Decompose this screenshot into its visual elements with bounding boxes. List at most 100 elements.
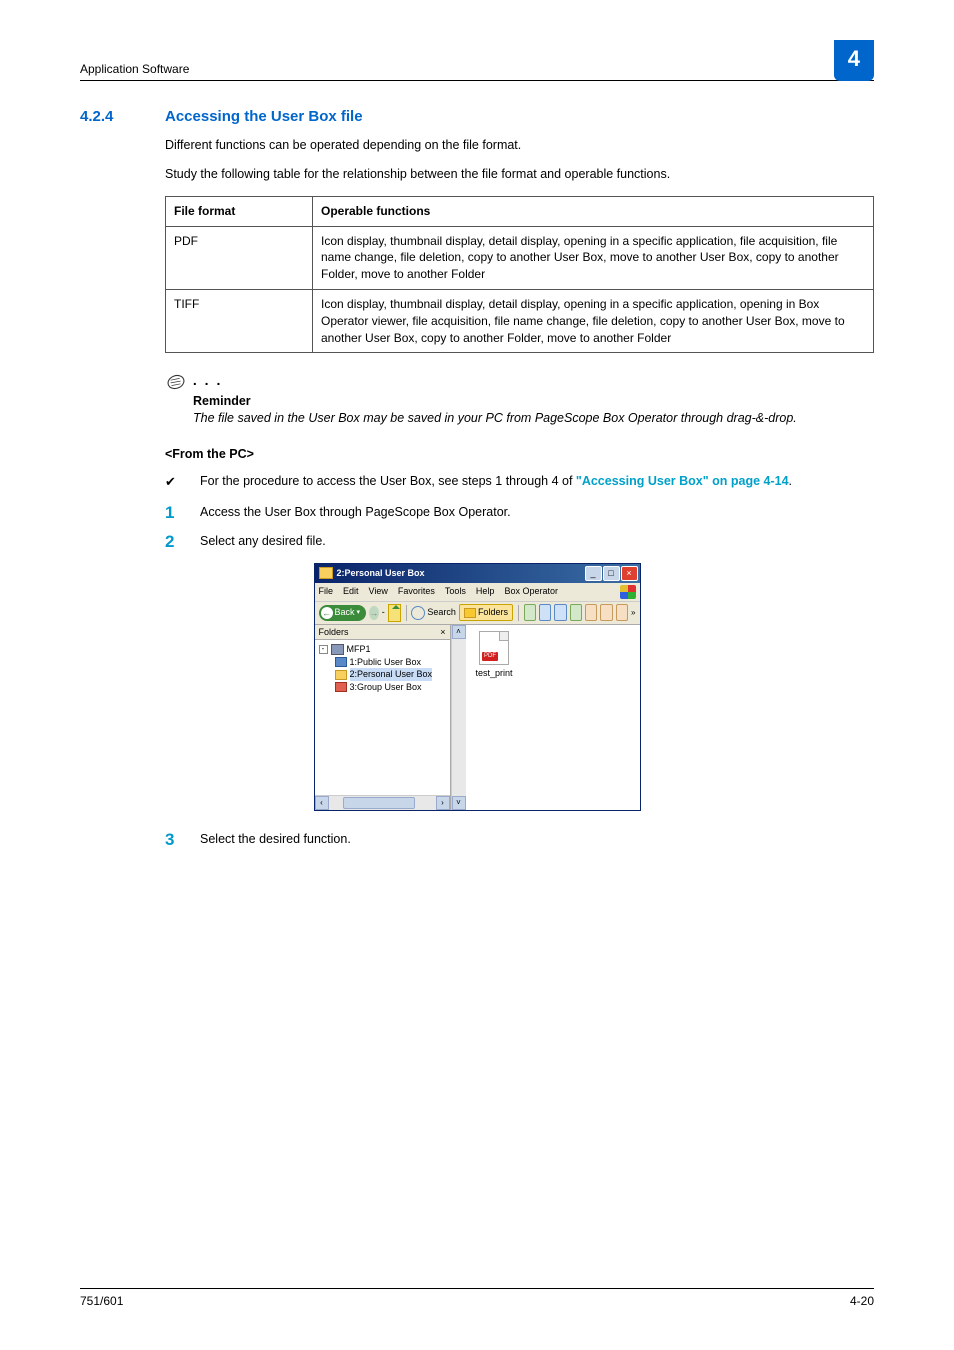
toolbar-divider — [406, 605, 407, 621]
note-icon — [165, 373, 187, 391]
check-icon: ✔ — [165, 473, 200, 491]
minimize-button[interactable]: _ — [585, 566, 602, 581]
note-dots: . . . — [187, 371, 222, 391]
heading-number: 4.2.4 — [80, 106, 165, 127]
from-pc-heading: <From the PC> — [165, 446, 874, 464]
toolbar-icon-7[interactable] — [616, 604, 628, 621]
close-button[interactable]: × — [621, 566, 638, 581]
scroll-down-icon[interactable]: ˅ — [452, 796, 466, 810]
chapter-number-badge: 4 — [834, 40, 874, 81]
maximize-button[interactable]: □ — [603, 566, 620, 581]
tree-root[interactable]: - MFP1 — [319, 643, 446, 656]
window-title: 2:Personal User Box — [337, 567, 425, 580]
screenshot-container: 2:Personal User Box _ □ × File Edit View… — [80, 563, 874, 811]
search-button[interactable]: Search — [411, 606, 456, 620]
toolbar-icon-2[interactable] — [539, 604, 551, 621]
menu-box-operator[interactable]: Box Operator — [504, 585, 558, 599]
cross-ref-link[interactable]: "Accessing User Box" on page 4-14 — [576, 474, 789, 488]
menu-help[interactable]: Help — [476, 585, 495, 599]
menu-bar: File Edit View Favorites Tools Help Box … — [315, 583, 640, 602]
forward-button[interactable]: → — [369, 606, 379, 620]
toolbar-icon-6[interactable] — [600, 604, 612, 621]
v-scrollbar-left[interactable]: ˄ ˅ — [451, 625, 466, 810]
toolbar: ← Back ▾ → - Search Folders — [315, 602, 640, 625]
explorer-window: 2:Personal User Box _ □ × File Edit View… — [314, 563, 641, 811]
step-number: 3 — [165, 831, 200, 849]
box-icon — [335, 657, 347, 667]
file-name: test_print — [476, 667, 513, 680]
footer-left: 751/601 — [80, 1293, 123, 1310]
reminder-block: . . . Reminder The file saved in the Use… — [165, 371, 874, 428]
menu-edit[interactable]: Edit — [343, 585, 359, 599]
step-number: 2 — [165, 533, 200, 551]
table-header-functions: Operable functions — [313, 196, 874, 226]
printer-icon — [331, 644, 344, 655]
table-row: PDF Icon display, thumbnail display, det… — [166, 226, 874, 289]
bullet-text: For the procedure to access the User Box… — [200, 473, 792, 491]
menu-tools[interactable]: Tools — [445, 585, 466, 599]
cell-functions: Icon display, thumbnail display, detail … — [313, 289, 874, 352]
page-header: Application Software 4 — [80, 40, 874, 81]
toolbar-icon-1[interactable] — [524, 604, 536, 621]
cell-functions: Icon display, thumbnail display, detail … — [313, 226, 874, 289]
toolbar-icon-4[interactable] — [570, 604, 582, 621]
folders-pane-label: Folders — [319, 626, 349, 639]
section-heading: 4.2.4 Accessing the User Box file — [80, 106, 874, 127]
footer-right: 4-20 — [850, 1293, 874, 1310]
scroll-left-icon[interactable]: ‹ — [315, 796, 329, 810]
scroll-up-icon[interactable]: ˄ — [452, 625, 466, 639]
search-icon — [411, 606, 425, 620]
section-name: Application Software — [80, 61, 189, 78]
window-titlebar: 2:Personal User Box _ □ × — [315, 564, 640, 583]
format-functions-table: File format Operable functions PDF Icon … — [165, 196, 874, 354]
step-text: Select any desired file. — [200, 533, 326, 551]
page-footer: 751/601 4-20 — [80, 1288, 874, 1310]
close-pane-icon[interactable]: × — [440, 626, 445, 639]
content-pane: PDF test_print — [466, 625, 640, 810]
menu-file[interactable]: File — [319, 585, 334, 599]
file-item[interactable]: PDF test_print — [476, 631, 513, 680]
scroll-thumb[interactable] — [343, 797, 415, 809]
toolbar-divider — [518, 605, 519, 621]
scroll-right-icon[interactable]: › — [436, 796, 450, 810]
heading-title: Accessing the User Box file — [165, 106, 363, 127]
folders-button[interactable]: Folders — [459, 604, 513, 621]
step-number: 1 — [165, 504, 200, 522]
cell-format: TIFF — [166, 289, 313, 352]
step-text: Access the User Box through PageScope Bo… — [200, 504, 511, 522]
toolbar-icon-5[interactable] — [585, 604, 597, 621]
step-text: Select the desired function. — [200, 831, 351, 849]
reminder-label: Reminder — [193, 393, 874, 411]
bullet-item: ✔ For the procedure to access the User B… — [165, 473, 874, 491]
collapse-icon[interactable]: - — [319, 645, 328, 654]
tree-item-public[interactable]: 1:Public User Box — [319, 656, 446, 669]
toolbar-overflow-icon[interactable]: » — [631, 607, 635, 618]
cell-format: PDF — [166, 226, 313, 289]
box-icon — [335, 670, 347, 680]
menu-favorites[interactable]: Favorites — [398, 585, 435, 599]
folders-icon — [464, 608, 476, 618]
toolbar-icon-3[interactable] — [554, 604, 566, 621]
step-1: 1 Access the User Box through PageScope … — [165, 504, 874, 522]
table-header-format: File format — [166, 196, 313, 226]
h-scrollbar[interactable]: ‹ › — [315, 795, 450, 810]
pdf-file-icon: PDF — [479, 631, 509, 665]
tree-item-personal[interactable]: 2:Personal User Box — [319, 668, 446, 681]
windows-logo-icon — [620, 585, 636, 599]
intro-para-1: Different functions can be operated depe… — [165, 137, 874, 155]
folder-icon — [319, 567, 333, 579]
reminder-text: The file saved in the User Box may be sa… — [193, 410, 874, 428]
folder-tree: - MFP1 1:Public User Box 2:Personal User… — [315, 640, 450, 794]
back-arrow-icon: ← — [321, 607, 333, 619]
back-button[interactable]: ← Back ▾ — [319, 605, 367, 621]
folders-pane: Folders × - MFP1 1:Public User Box — [315, 625, 451, 810]
tree-item-group[interactable]: 3:Group User Box — [319, 681, 446, 694]
up-button[interactable] — [388, 604, 401, 622]
step-2: 2 Select any desired file. — [165, 533, 874, 551]
box-icon — [335, 682, 347, 692]
chevron-down-icon: ▾ — [357, 608, 361, 618]
menu-view[interactable]: View — [369, 585, 388, 599]
separator-dash: - — [382, 606, 385, 619]
step-3: 3 Select the desired function. — [165, 831, 874, 849]
table-row: TIFF Icon display, thumbnail display, de… — [166, 289, 874, 352]
